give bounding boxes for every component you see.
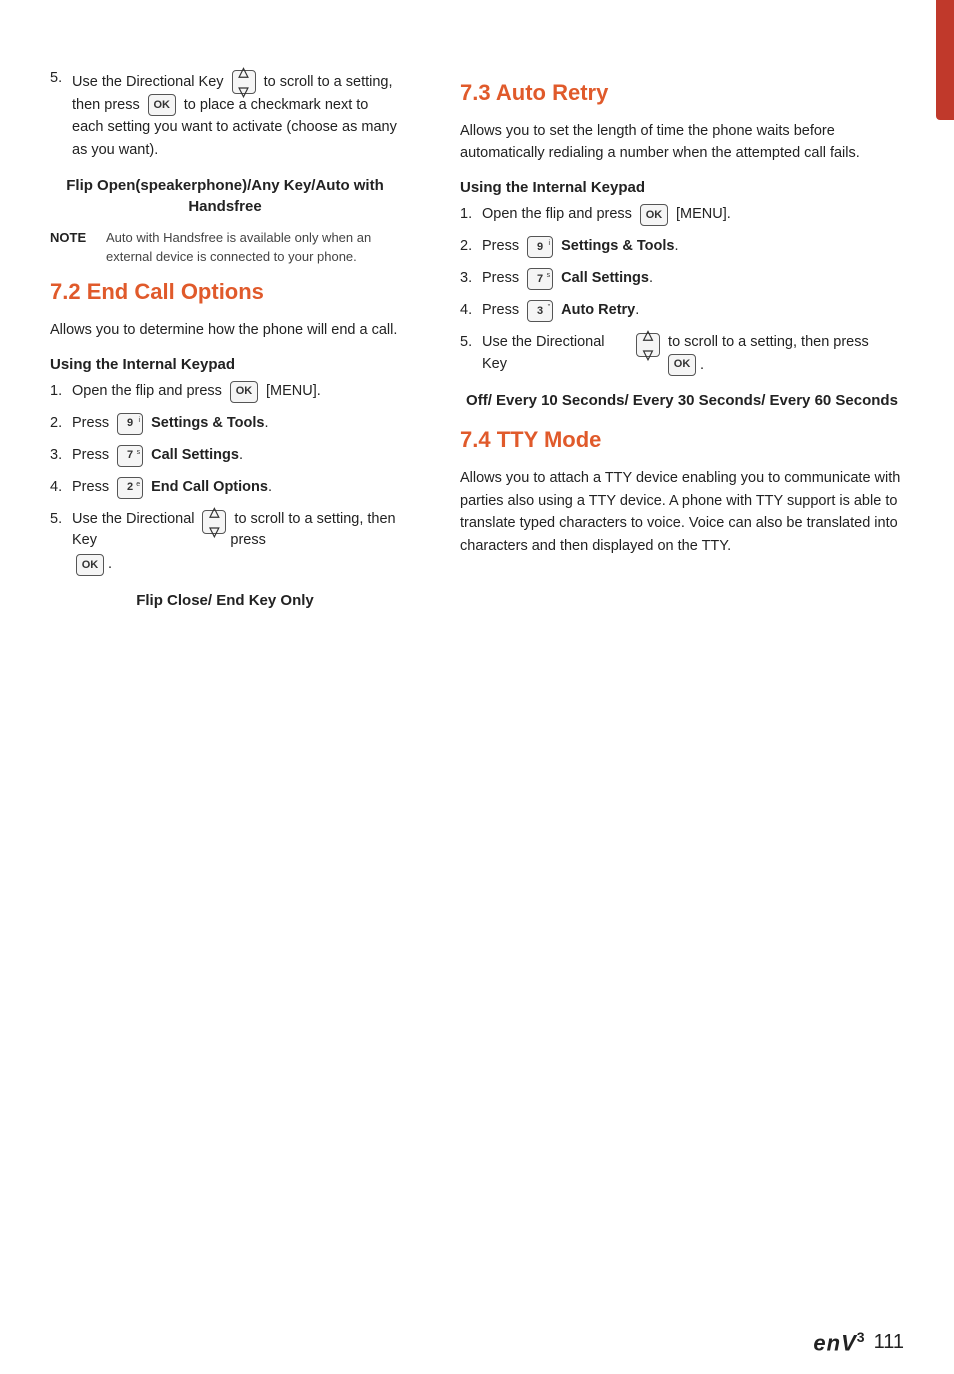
step5-content-73: Use the Directional Key △▽ to scroll to … <box>482 332 904 376</box>
step-num-4-72: 4. <box>50 477 72 499</box>
step-1-73: 1. Open the flip and press OK [MENU]. <box>460 204 904 226</box>
num-key-2-72: 2e <box>117 477 143 499</box>
options-result: Off/ Every 10 Seconds/ Every 30 Seconds/… <box>460 390 904 411</box>
step5-content-72: Use the Directional Key △▽ to scroll to … <box>72 509 400 577</box>
step-2-72: 2. Press 9i Settings & Tools. <box>50 413 400 435</box>
step-5-73: 5. Use the Directional Key △▽ to scroll … <box>460 332 904 376</box>
dir-key-icon-72: △▽ <box>202 510 226 534</box>
step-content-4-73: Press 3" Auto Retry. <box>482 300 639 322</box>
flip-subsection-title: Flip Open(speakerphone)/Any Key/Auto wit… <box>50 175 400 217</box>
section-74-title: 7.4 TTY Mode <box>460 427 904 453</box>
step-num-2-72: 2. <box>50 413 72 435</box>
step-num-1-72: 1. <box>50 381 72 403</box>
step-3-73: 3. Press 7s Call Settings. <box>460 268 904 290</box>
dir-key-icon-73: △▽ <box>636 333 660 357</box>
note-label: NOTE <box>50 229 98 267</box>
step-num-3-73: 3. <box>460 268 482 290</box>
step-content-3-73: Press 7s Call Settings. <box>482 268 653 290</box>
section-72: 7.2 End Call Options Allows you to deter… <box>50 279 400 611</box>
step-content-2-72: Press 9i Settings & Tools. <box>72 413 268 435</box>
num-key-7-73: 7s <box>527 268 553 290</box>
section-72-steps: 1. Open the flip and press OK [MENU]. 2.… <box>50 381 400 577</box>
step-num-3-72: 3. <box>50 445 72 467</box>
left-column: 5. Use the Directional Key △▽ to scroll … <box>0 40 430 1334</box>
step-content-1-73: Open the flip and press OK [MENU]. <box>482 204 731 226</box>
ok-key-icon-72-1: OK <box>230 381 258 403</box>
right-column: 7.3 Auto Retry Allows you to set the len… <box>430 40 954 1334</box>
step-5-72: 5. Use the Directional Key △▽ to scroll … <box>50 509 400 577</box>
num-key-9-72: 9i <box>117 413 143 435</box>
step-num-5-intro: 5. <box>50 70 72 86</box>
step-content-4-72: Press 2e End Call Options. <box>72 477 272 499</box>
step-content-3-72: Press 7s Call Settings. <box>72 445 243 467</box>
num-key-9-73: 9i <box>527 236 553 258</box>
ok-key-icon-73-1: OK <box>640 204 668 226</box>
step-num-4-73: 4. <box>460 300 482 322</box>
step-num-1-73: 1. <box>460 204 482 226</box>
ok-key-icon-intro: OK <box>148 94 176 116</box>
step-num-5-73: 5. <box>460 332 482 354</box>
section-73-title: 7.3 Auto Retry <box>460 80 904 106</box>
step-1-72: 1. Open the flip and press OK [MENU]. <box>50 381 400 403</box>
section-74: 7.4 TTY Mode Allows you to attach a TTY … <box>460 427 904 557</box>
step-3-72: 3. Press 7s Call Settings. <box>50 445 400 467</box>
section-74-desc: Allows you to attach a TTY device enabli… <box>460 467 904 557</box>
side-tab <box>936 0 954 120</box>
section-72-desc: Allows you to determine how the phone wi… <box>50 319 400 341</box>
section-73: 7.3 Auto Retry Allows you to set the len… <box>460 80 904 411</box>
page-number: 111 <box>874 1331 904 1354</box>
intro-step5: 5. Use the Directional Key △▽ to scroll … <box>50 70 400 161</box>
num-key-7-72: 7s <box>117 445 143 467</box>
step-num-5-72: 5. <box>50 509 72 531</box>
footer-brand: enV3 <box>813 1329 865 1356</box>
brand-version: 3 <box>857 1329 866 1345</box>
step-4-72: 4. Press 2e End Call Options. <box>50 477 400 499</box>
ok-key-icon-73-5: OK <box>668 354 696 376</box>
note-block: NOTE Auto with Handsfree is available on… <box>50 229 400 267</box>
note-text: Auto with Handsfree is available only wh… <box>106 229 400 267</box>
section-72-title: 7.2 End Call Options <box>50 279 400 305</box>
step-content-1-72: Open the flip and press OK [MENU]. <box>72 381 321 403</box>
flip-result: Flip Close/ End Key Only <box>50 590 400 611</box>
section-73-steps: 1. Open the flip and press OK [MENU]. 2.… <box>460 204 904 376</box>
step-num-2-73: 2. <box>460 236 482 258</box>
dir-key-icon-intro: △▽ <box>232 70 256 94</box>
section-73-desc: Allows you to set the length of time the… <box>460 120 904 165</box>
step-2-73: 2. Press 9i Settings & Tools. <box>460 236 904 258</box>
footer: enV3 111 <box>813 1329 904 1356</box>
section-72-keypad-title: Using the Internal Keypad <box>50 356 400 373</box>
section-73-keypad-title: Using the Internal Keypad <box>460 179 904 196</box>
num-key-3-73: 3" <box>527 300 553 322</box>
step-content-2-73: Press 9i Settings & Tools. <box>482 236 678 258</box>
step5-intro-text: Use the Directional Key △▽ to scroll to … <box>72 70 400 161</box>
step-4-73: 4. Press 3" Auto Retry. <box>460 300 904 322</box>
ok-key-icon-72-5: OK <box>76 554 104 576</box>
brand-name: enV <box>813 1330 856 1355</box>
